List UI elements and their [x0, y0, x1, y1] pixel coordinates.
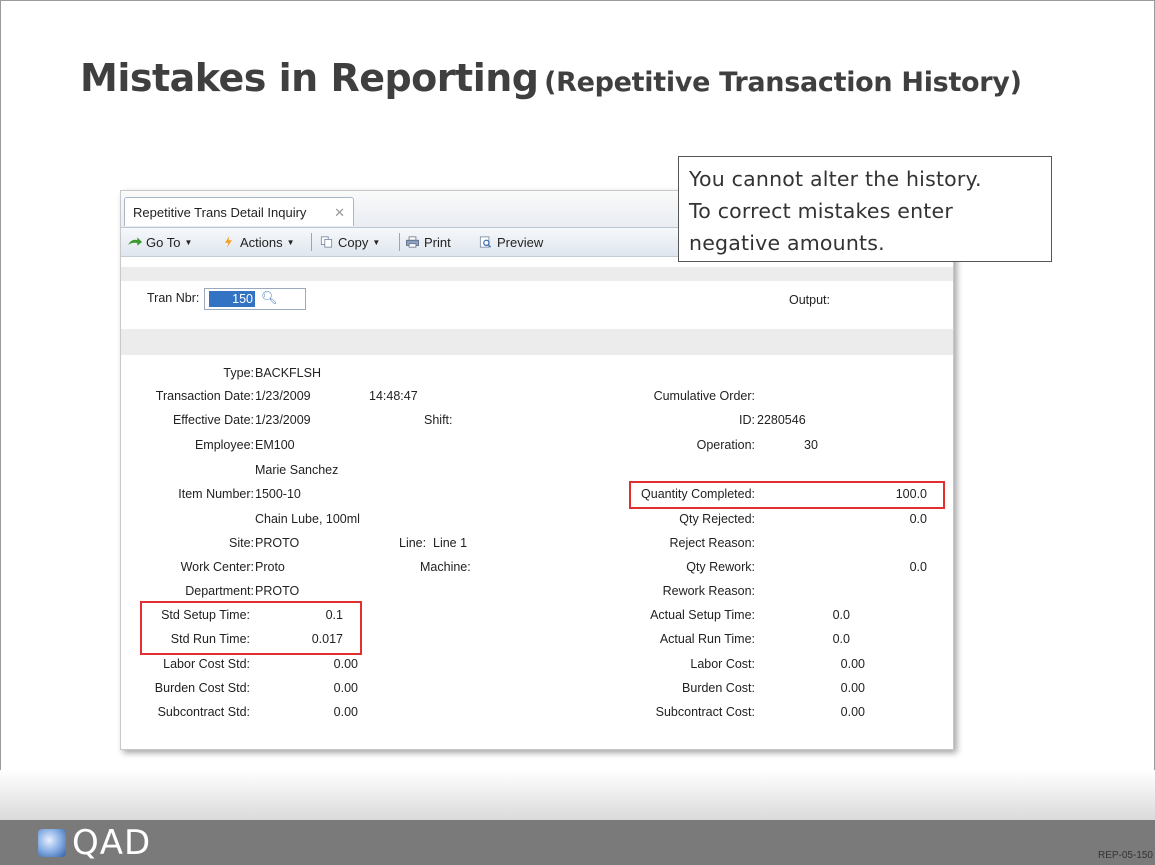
operation-label: Operation: — [696, 438, 755, 452]
id-value: 2280546 — [757, 413, 806, 427]
reject-reason-label: Reject Reason: — [669, 536, 755, 550]
qty-rework-value: 0.0 — [909, 560, 927, 574]
item-value: 1500-10 — [255, 487, 301, 501]
callout-line: To correct mistakes enter — [689, 199, 953, 223]
printer-icon — [406, 236, 419, 248]
qty-rejected-label: Qty Rejected: — [679, 512, 755, 526]
eff-date-value: 1/23/2009 — [255, 413, 311, 427]
wc-value: Proto — [255, 560, 285, 574]
slide-id: REP-05-150 — [1097, 850, 1153, 861]
chevron-down-icon: ▼ — [372, 238, 381, 247]
site-label: Site: — [228, 536, 254, 550]
trans-date-value: 1/23/2009 — [255, 389, 311, 403]
slide-title: Mistakes in Reporting (Repetitive Transa… — [80, 56, 1022, 100]
footer-gradient — [0, 770, 1155, 820]
burden-std-label: Burden Cost Std: — [154, 681, 250, 695]
goto-button[interactable]: Go To ▼ — [127, 234, 192, 252]
goto-arrow-icon — [127, 237, 142, 246]
callout-line: negative amounts. — [689, 231, 885, 255]
item-label: Item Number: — [178, 487, 254, 501]
labor-std-label: Labor Cost Std: — [163, 657, 250, 671]
toolbar-separator — [399, 233, 400, 251]
trans-date-label: Transaction Date: — [155, 389, 254, 403]
toolbar-separator — [311, 233, 312, 251]
chevron-down-icon: ▼ — [184, 238, 193, 247]
copy-icon — [320, 236, 333, 248]
machine-label: Machine: — [420, 560, 471, 574]
burden-cost-label: Burden Cost: — [682, 681, 755, 695]
app-window: Repetitive Trans Detail Inquiry ✕ Go To ▼… — [120, 190, 954, 750]
callout-line: You cannot alter the history. — [689, 167, 982, 191]
wc-label: Work Center: — [180, 560, 254, 574]
dept-label: Department: — [185, 584, 254, 598]
sub-std-label: Subcontract Std: — [157, 705, 250, 719]
tran-nbr-input[interactable]: 150 🔍︎ — [204, 288, 306, 310]
burden-cost-value: 0.00 — [840, 681, 865, 695]
title-main: Mistakes in Reporting — [80, 56, 539, 100]
dept-value: PROTO — [255, 584, 300, 598]
callout-note: You cannot alter the history. To correct… — [678, 156, 1052, 262]
rework-reason-label: Rework Reason: — [662, 584, 755, 598]
site-value: PROTO — [255, 536, 300, 550]
burden-std-value: 0.00 — [333, 681, 358, 695]
labor-cost-label: Labor Cost: — [690, 657, 755, 671]
actual-setup-value: 0.0 — [832, 608, 850, 622]
qty-rework-label: Qty Rework: — [686, 560, 755, 574]
trans-time-value: 14:48:47 — [369, 389, 418, 403]
line-value: Line 1 — [433, 536, 468, 550]
actual-run-value: 0.0 — [832, 632, 850, 646]
qad-logo-icon — [38, 829, 66, 857]
eff-date-label: Effective Date: — [172, 413, 254, 427]
tab-repetitive-trans-detail[interactable]: Repetitive Trans Detail Inquiry ✕ — [124, 197, 354, 226]
item-desc: Chain Lube, 100ml — [255, 512, 360, 526]
type-label: Type: — [223, 366, 254, 380]
qty-completed-highlight — [629, 481, 945, 509]
type-value: BACKFLSH — [255, 366, 321, 380]
employee-name: Marie Sanchez — [255, 463, 339, 477]
employee-value: EM100 — [255, 438, 295, 452]
tran-nbr-label: Tran Nbr: — [147, 291, 200, 305]
close-icon[interactable]: ✕ — [334, 198, 345, 227]
labor-cost-value: 0.00 — [840, 657, 865, 671]
shift-label: Shift: — [424, 413, 453, 427]
sub-cost-value: 0.00 — [840, 705, 865, 719]
qty-rejected-value: 0.0 — [909, 512, 927, 526]
actions-button[interactable]: Actions ▼ — [221, 234, 295, 252]
title-sub: (Repetitive Transaction History) — [544, 67, 1022, 98]
cum-order-label: Cumulative Order: — [653, 389, 755, 403]
sub-std-value: 0.00 — [333, 705, 358, 719]
tab-label: Repetitive Trans Detail Inquiry — [133, 205, 307, 220]
actual-setup-label: Actual Setup Time: — [650, 608, 755, 622]
operation-value: 30 — [804, 438, 818, 452]
lightning-icon — [225, 236, 232, 248]
brand-name: QAD — [72, 823, 152, 863]
tran-nbr-value: 150 — [209, 291, 255, 307]
section-band — [121, 329, 953, 355]
header-band — [121, 267, 953, 281]
std-times-highlight — [140, 601, 362, 655]
copy-button[interactable]: Copy ▼ — [319, 234, 380, 252]
footer-bar — [0, 820, 1155, 865]
actual-run-label: Actual Run Time: — [659, 632, 755, 646]
print-button[interactable]: Print — [405, 234, 451, 252]
preview-button[interactable]: Preview — [478, 234, 543, 252]
employee-label: Employee: — [194, 438, 254, 452]
labor-std-value: 0.00 — [333, 657, 358, 671]
line-label: Line: — [399, 536, 427, 550]
sub-cost-label: Subcontract Cost: — [655, 705, 755, 719]
preview-icon — [479, 236, 492, 248]
id-label: ID: — [739, 413, 755, 427]
search-icon[interactable]: 🔍︎ — [261, 290, 278, 306]
output-label: Output: — [789, 293, 830, 307]
chevron-down-icon: ▼ — [286, 238, 295, 247]
